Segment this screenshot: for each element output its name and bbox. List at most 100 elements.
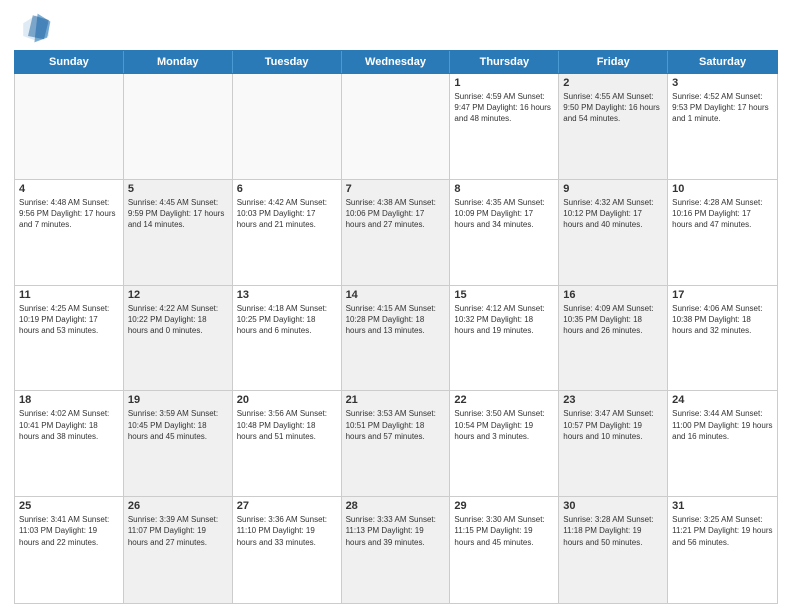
day-info: Sunrise: 3:25 AM Sunset: 11:21 PM Daylig… [672,514,773,548]
day-number: 22 [454,394,554,406]
day-number: 1 [454,77,554,89]
day-info: Sunrise: 3:50 AM Sunset: 10:54 PM Daylig… [454,408,554,442]
day-info: Sunrise: 4:12 AM Sunset: 10:32 PM Daylig… [454,303,554,337]
calendar-cell: 1 Sunrise: 4:59 AM Sunset: 9:47 PM Daylig… [450,74,559,179]
day-number: 2 [563,77,663,89]
header-day-sunday: Sunday [15,51,124,73]
calendar-cell: 23Sunrise: 3:47 AM Sunset: 10:57 PM Dayl… [559,391,668,496]
calendar-cell: 27 Sunrise: 3:36 AM Sunset: 11:10 PM Dayl… [233,497,342,603]
calendar-cell: 4 Sunrise: 4:48 AM Sunset: 9:56 PM Daylig… [15,180,124,285]
day-number: 6 [237,183,337,195]
calendar-cell: 18 Sunrise: 4:02 AM Sunset: 10:41 PM Dayl… [15,391,124,496]
day-number: 30 [563,500,663,512]
calendar-cell [233,74,342,179]
day-info: Sunrise: 3:33 AM Sunset: 11:13 PM Daylig… [346,514,446,548]
day-number: 23 [563,394,663,406]
day-info: Sunrise: 4:06 AM Sunset: 10:38 PM Daylig… [672,303,773,337]
calendar-cell: 15 Sunrise: 4:12 AM Sunset: 10:32 PM Dayl… [450,286,559,391]
day-info: Sunrise: 4:25 AM Sunset: 10:19 PM Daylig… [19,303,119,337]
calendar-cell: 13 Sunrise: 4:18 AM Sunset: 10:25 PM Dayl… [233,286,342,391]
calendar-header: SundayMondayTuesdayWednesdayThursdayFrid… [14,50,778,74]
day-number: 17 [672,289,773,301]
header-day-monday: Monday [124,51,233,73]
day-info: Sunrise: 4:35 AM Sunset: 10:09 PM Daylig… [454,197,554,231]
day-number: 11 [19,289,119,301]
day-info: Sunrise: 3:44 AM Sunset: 11:00 PM Daylig… [672,408,773,442]
calendar: SundayMondayTuesdayWednesdayThursdayFrid… [0,50,792,612]
day-info: Sunrise: 3:30 AM Sunset: 11:15 PM Daylig… [454,514,554,548]
calendar-cell: 14 Sunrise: 4:15 AM Sunset: 10:28 PM Dayl… [342,286,451,391]
day-number: 31 [672,500,773,512]
calendar-cell: 16 Sunrise: 4:09 AM Sunset: 10:35 PM Dayl… [559,286,668,391]
calendar-cell: 24 Sunrise: 3:44 AM Sunset: 11:00 PM Dayl… [668,391,777,496]
calendar-cell [124,74,233,179]
calendar-cell: 2 Sunrise: 4:55 AM Sunset: 9:50 PM Daylig… [559,74,668,179]
calendar-cell: 28 Sunrise: 3:33 AM Sunset: 11:13 PM Dayl… [342,497,451,603]
calendar-cell: 5 Sunrise: 4:45 AM Sunset: 9:59 PM Daylig… [124,180,233,285]
day-info: Sunrise: 4:28 AM Sunset: 10:16 PM Daylig… [672,197,773,231]
day-info: Sunrise: 3:56 AM Sunset: 10:48 PM Daylig… [237,408,337,442]
calendar-cell: 26 Sunrise: 3:39 AM Sunset: 11:07 PM Dayl… [124,497,233,603]
day-info: Sunrise: 4:52 AM Sunset: 9:53 PM Dayligh… [672,91,773,125]
day-number: 14 [346,289,446,301]
day-info: Sunrise: 3:36 AM Sunset: 11:10 PM Daylig… [237,514,337,548]
calendar-row-1: 1 Sunrise: 4:59 AM Sunset: 9:47 PM Daylig… [15,74,777,180]
calendar-cell: 3Sunrise: 4:52 AM Sunset: 9:53 PM Daylig… [668,74,777,179]
day-info: Sunrise: 4:22 AM Sunset: 10:22 PM Daylig… [128,303,228,337]
day-info: Sunrise: 3:39 AM Sunset: 11:07 PM Daylig… [128,514,228,548]
calendar-cell [15,74,124,179]
calendar-body: 1 Sunrise: 4:59 AM Sunset: 9:47 PM Daylig… [14,74,778,604]
day-number: 18 [19,394,119,406]
header-day-wednesday: Wednesday [342,51,451,73]
day-info: Sunrise: 4:55 AM Sunset: 9:50 PM Dayligh… [563,91,663,125]
day-info: Sunrise: 3:53 AM Sunset: 10:51 PM Daylig… [346,408,446,442]
calendar-row-3: 11 Sunrise: 4:25 AM Sunset: 10:19 PM Dayl… [15,286,777,392]
day-info: Sunrise: 3:41 AM Sunset: 11:03 PM Daylig… [19,514,119,548]
calendar-cell: 19Sunrise: 3:59 AM Sunset: 10:45 PM Dayl… [124,391,233,496]
calendar-row-5: 25 Sunrise: 3:41 AM Sunset: 11:03 PM Dayl… [15,497,777,603]
day-number: 13 [237,289,337,301]
day-info: Sunrise: 4:15 AM Sunset: 10:28 PM Daylig… [346,303,446,337]
day-info: Sunrise: 4:59 AM Sunset: 9:47 PM Dayligh… [454,91,554,125]
day-number: 27 [237,500,337,512]
day-info: Sunrise: 4:48 AM Sunset: 9:56 PM Dayligh… [19,197,119,231]
calendar-cell: 22 Sunrise: 3:50 AM Sunset: 10:54 PM Dayl… [450,391,559,496]
calendar-cell: 20 Sunrise: 3:56 AM Sunset: 10:48 PM Dayl… [233,391,342,496]
day-number: 29 [454,500,554,512]
calendar-cell: 25 Sunrise: 3:41 AM Sunset: 11:03 PM Dayl… [15,497,124,603]
calendar-row-2: 4 Sunrise: 4:48 AM Sunset: 9:56 PM Daylig… [15,180,777,286]
calendar-cell: 21 Sunrise: 3:53 AM Sunset: 10:51 PM Dayl… [342,391,451,496]
calendar-cell: 9Sunrise: 4:32 AM Sunset: 10:12 PM Dayli… [559,180,668,285]
header-day-tuesday: Tuesday [233,51,342,73]
day-info: Sunrise: 3:28 AM Sunset: 11:18 PM Daylig… [563,514,663,548]
day-number: 15 [454,289,554,301]
day-number: 20 [237,394,337,406]
day-number: 25 [19,500,119,512]
calendar-cell: 8Sunrise: 4:35 AM Sunset: 10:09 PM Dayli… [450,180,559,285]
calendar-cell: 17 Sunrise: 4:06 AM Sunset: 10:38 PM Dayl… [668,286,777,391]
logo [20,12,56,44]
day-number: 9 [563,183,663,195]
day-info: Sunrise: 4:42 AM Sunset: 10:03 PM Daylig… [237,197,337,231]
day-info: Sunrise: 4:18 AM Sunset: 10:25 PM Daylig… [237,303,337,337]
calendar-cell: 31 Sunrise: 3:25 AM Sunset: 11:21 PM Dayl… [668,497,777,603]
day-number: 26 [128,500,228,512]
day-number: 28 [346,500,446,512]
calendar-cell: 11 Sunrise: 4:25 AM Sunset: 10:19 PM Dayl… [15,286,124,391]
day-info: Sunrise: 4:09 AM Sunset: 10:35 PM Daylig… [563,303,663,337]
page: SundayMondayTuesdayWednesdayThursdayFrid… [0,0,792,612]
day-number: 7 [346,183,446,195]
day-number: 21 [346,394,446,406]
calendar-cell: 7Sunrise: 4:38 AM Sunset: 10:06 PM Dayli… [342,180,451,285]
header-day-thursday: Thursday [450,51,559,73]
calendar-cell: 10Sunrise: 4:28 AM Sunset: 10:16 PM Dayl… [668,180,777,285]
day-number: 19 [128,394,228,406]
day-info: Sunrise: 4:45 AM Sunset: 9:59 PM Dayligh… [128,197,228,231]
day-number: 4 [19,183,119,195]
day-info: Sunrise: 4:02 AM Sunset: 10:41 PM Daylig… [19,408,119,442]
day-number: 5 [128,183,228,195]
day-number: 24 [672,394,773,406]
calendar-cell: 12Sunrise: 4:22 AM Sunset: 10:22 PM Dayl… [124,286,233,391]
day-number: 16 [563,289,663,301]
calendar-cell [342,74,451,179]
